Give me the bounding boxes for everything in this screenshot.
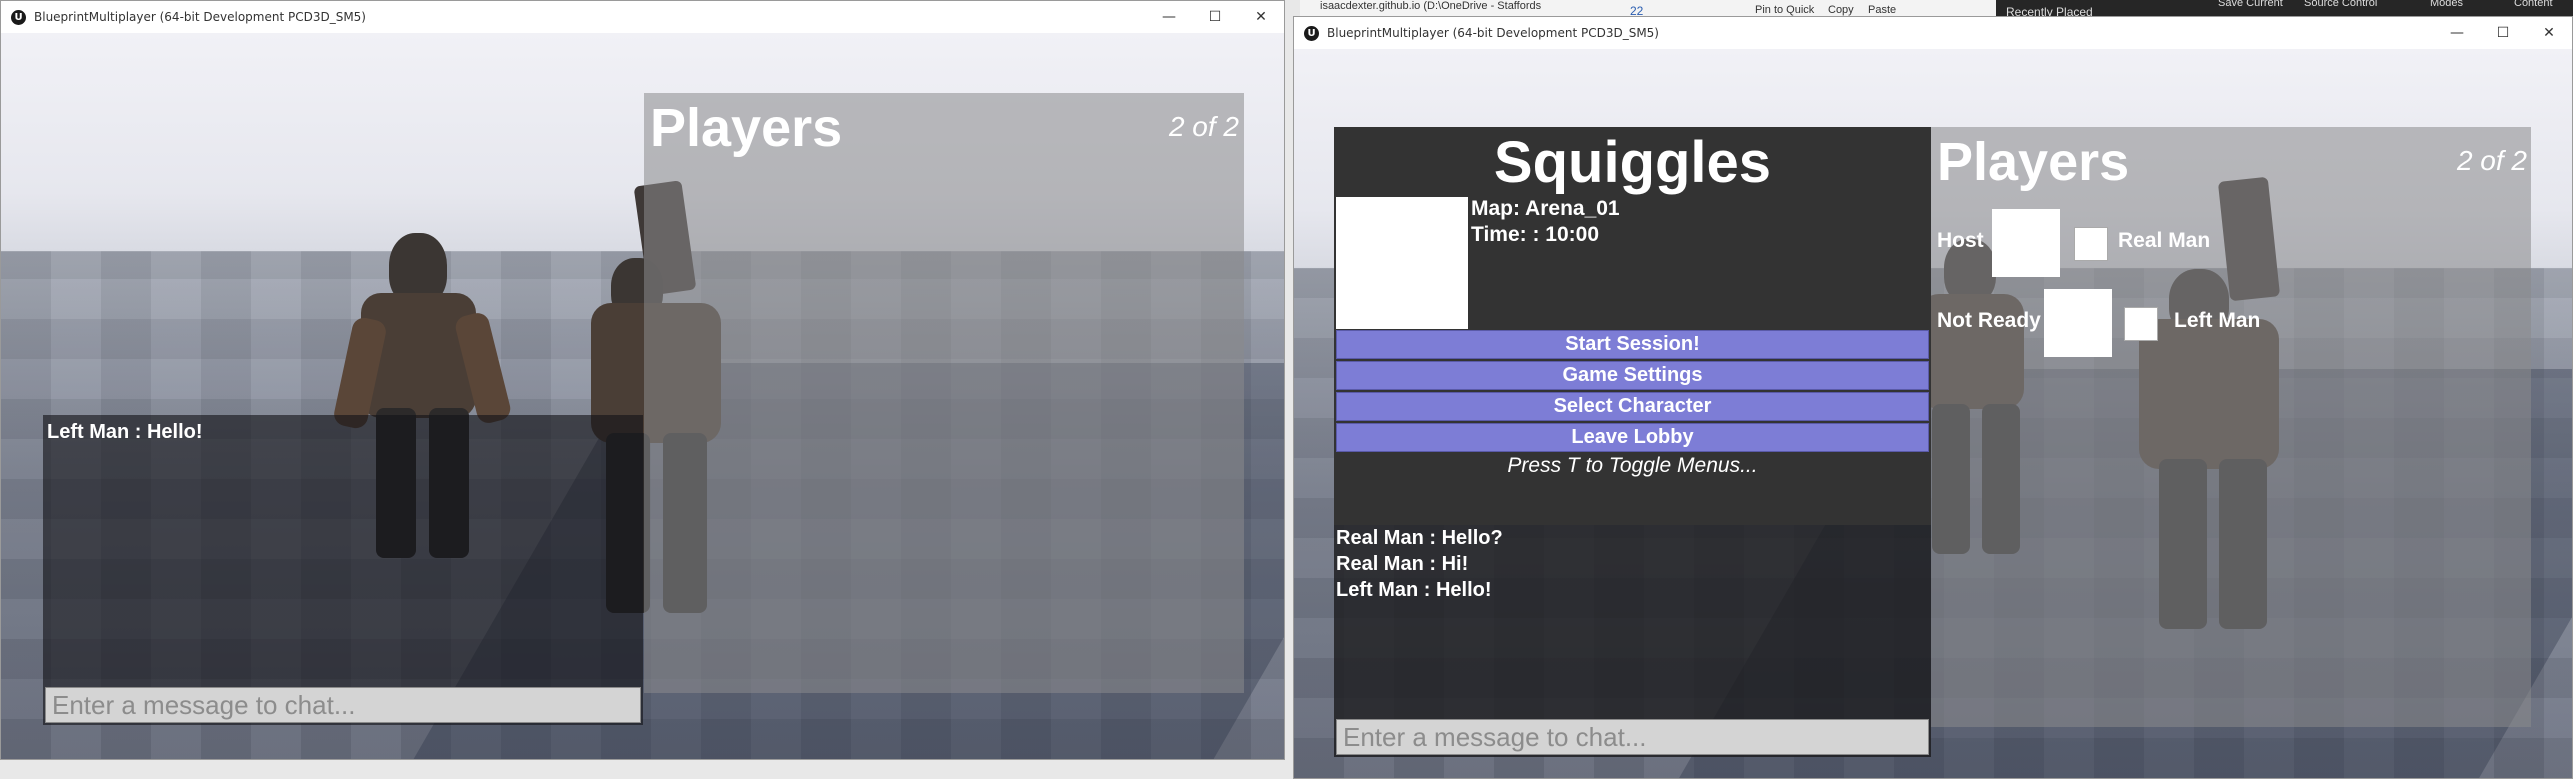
toggle-menus-hint: Press T to Toggle Menus... xyxy=(1507,454,1758,477)
right-window-title: BlueprintMultiplayer (64-bit Development… xyxy=(1327,26,1659,40)
chat-panel: Left Man : Hello! Enter a message to cha… xyxy=(43,415,643,725)
avatar xyxy=(2044,289,2112,357)
chat-message: Real Man : Hi! xyxy=(1336,553,1469,575)
close-button[interactable]: ✕ xyxy=(2526,17,2572,49)
ribbon-copy-button[interactable]: Copy xyxy=(1828,4,1854,16)
left-game-window: U BlueprintMultiplayer (64-bit Developme… xyxy=(0,0,1285,760)
ready-checkbox[interactable] xyxy=(2074,227,2108,261)
desktop: 22 isaacdexter.github.io (D:\OneDrive - … xyxy=(0,0,2573,779)
leave-lobby-button[interactable]: Leave Lobby xyxy=(1336,423,1929,452)
player-row: Not Ready Left Man xyxy=(1931,289,2531,357)
players-count: 2 of 2 xyxy=(1168,111,1239,142)
left-window-titlebar[interactable]: U BlueprintMultiplayer (64-bit Developme… xyxy=(1,1,1284,33)
chat-message: Left Man : Hello! xyxy=(1336,579,1492,601)
right-window-titlebar[interactable]: U BlueprintMultiplayer (64-bit Developme… xyxy=(1294,17,2572,49)
ready-checkbox[interactable] xyxy=(2124,307,2158,341)
close-button[interactable]: ✕ xyxy=(1238,1,1284,33)
players-panel: Players 2 of 2 Host Real Man Not Ready L… xyxy=(1931,127,2531,727)
server-name: Squiggles xyxy=(1493,130,1772,195)
right-game-window: U BlueprintMultiplayer (64-bit Developme… xyxy=(1293,16,2573,779)
chat-message: Real Man : Hello? xyxy=(1336,527,1503,549)
left-window-title: BlueprintMultiplayer (64-bit Development… xyxy=(34,10,366,24)
editor-save-current-button[interactable]: Save Current xyxy=(2218,0,2283,9)
players-panel: Players 2 of 2 xyxy=(644,93,1244,693)
player-name: Real Man xyxy=(2118,229,2211,252)
minimize-button[interactable]: — xyxy=(2434,17,2480,49)
editor-source-control-button[interactable]: Source Control xyxy=(2304,0,2377,9)
unreal-logo-icon: U xyxy=(1304,25,1319,41)
game-settings-button[interactable]: Game Settings xyxy=(1336,361,1929,390)
map-thumbnail xyxy=(1336,197,1468,329)
minimize-button[interactable]: — xyxy=(1146,1,1192,33)
select-character-button[interactable]: Select Character xyxy=(1336,392,1929,421)
editor-modes-button[interactable]: Modes xyxy=(2430,0,2463,9)
player-name: Left Man xyxy=(2174,309,2261,332)
editor-content-button[interactable]: Content xyxy=(2514,0,2553,9)
players-title: Players xyxy=(650,98,843,158)
avatar xyxy=(1992,209,2060,277)
unreal-logo-icon: U xyxy=(11,9,26,25)
chat-input[interactable]: Enter a message to chat... xyxy=(1336,719,1929,755)
player-status: Host xyxy=(1937,229,1984,252)
left-game-viewport[interactable]: Players 2 of 2 Left Man : Hello! Enter a… xyxy=(1,33,1284,759)
right-game-viewport[interactable]: Squiggles Map: Arena_01 Time: : 10:00 St… xyxy=(1294,49,2572,778)
explorer-path: isaacdexter.github.io (D:\OneDrive - Sta… xyxy=(1320,0,1542,12)
ribbon-paste-button[interactable]: Paste xyxy=(1868,4,1896,16)
maximize-button[interactable]: ☐ xyxy=(1192,1,1238,33)
chat-panel: Real Man : Hello? Real Man : Hi! Left Ma… xyxy=(1334,525,1931,757)
player-row: Host Real Man xyxy=(1931,209,2531,277)
ribbon-pin-button[interactable]: Pin to Quick xyxy=(1755,4,1814,16)
chat-message: Left Man : Hello! xyxy=(47,421,203,443)
players-title: Players xyxy=(1937,132,2130,192)
maximize-button[interactable]: ☐ xyxy=(2480,17,2526,49)
time-label: Time: : 10:00 xyxy=(1471,223,1599,246)
chat-input[interactable]: Enter a message to chat... xyxy=(45,687,641,723)
map-label: Map: Arena_01 xyxy=(1471,197,1620,220)
start-session-button[interactable]: Start Session! xyxy=(1336,330,1929,359)
player-status: Not Ready xyxy=(1937,309,2041,332)
players-count: 2 of 2 xyxy=(2456,145,2527,176)
lobby-panel: Squiggles Map: Arena_01 Time: : 10:00 St… xyxy=(1334,127,1931,525)
